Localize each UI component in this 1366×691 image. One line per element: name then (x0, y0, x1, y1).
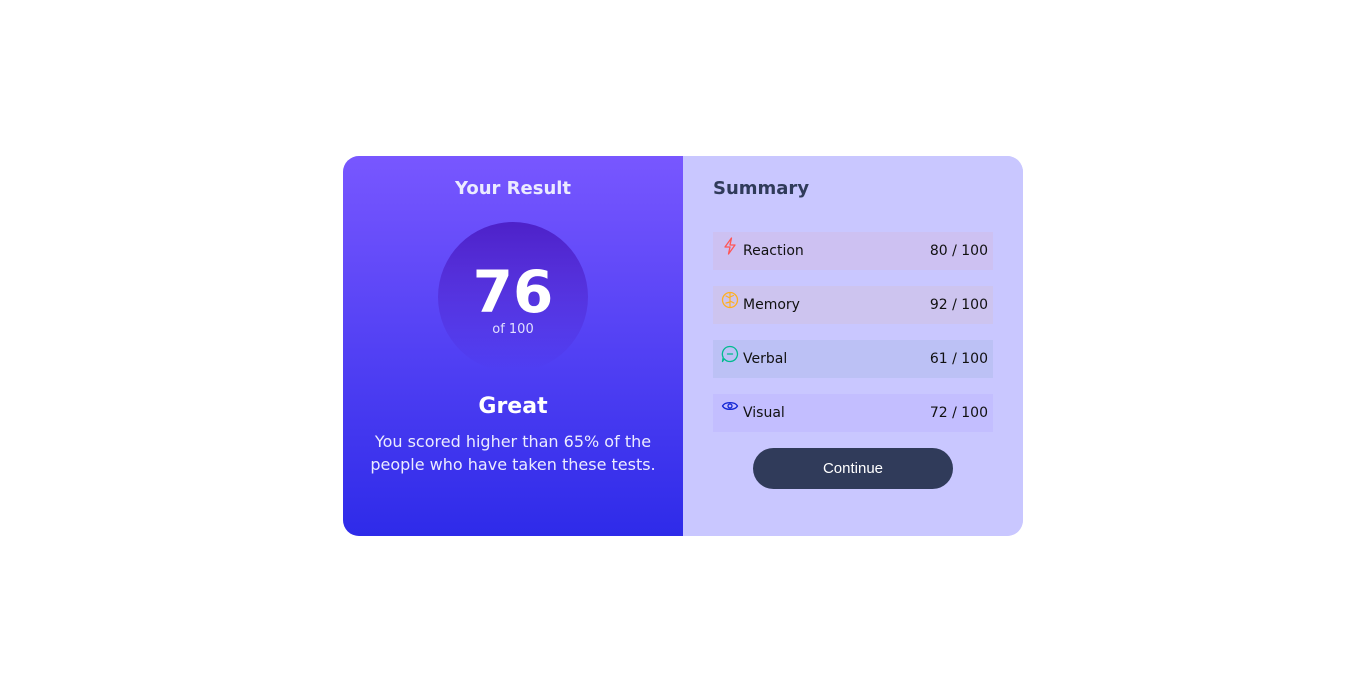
result-panel: Your Result 76 of 100 Great You scored h… (343, 156, 683, 536)
summary-item-score: 72 / 100 (929, 405, 988, 421)
summary-item-label: Memory (743, 297, 800, 313)
summary-panel: Summary Reaction 80 / 100 Memory 92 / 10… (683, 156, 1023, 536)
summary-item-label: Visual (743, 405, 785, 421)
summary-item-score: 61 / 100 (929, 351, 988, 367)
rating-label: Great (478, 394, 548, 419)
brain-icon (721, 291, 739, 311)
summary-item-memory: Memory 92 / 100 (713, 286, 993, 324)
score-value: 76 (472, 258, 554, 326)
continue-button[interactable]: Continue (753, 448, 953, 489)
lightning-icon (721, 237, 739, 257)
chat-bubble-icon (721, 345, 739, 365)
result-title: Your Result (454, 178, 572, 199)
rating-description: You scored higher than 65% of the people… (370, 432, 656, 474)
summary-list: Reaction 80 / 100 Memory 92 / 100 Verbal… (713, 232, 993, 432)
summary-item-visual: Visual 72 / 100 (713, 394, 993, 432)
summary-item-score: 92 / 100 (929, 297, 988, 313)
results-card: Your Result 76 of 100 Great You scored h… (343, 156, 1023, 536)
summary-item-score: 80 / 100 (929, 243, 988, 259)
summary-title: Summary (713, 178, 810, 199)
summary-item-label: Reaction (743, 243, 804, 259)
summary-item-label: Verbal (743, 351, 788, 367)
score-of-label: of 100 (492, 322, 534, 337)
eye-icon (721, 399, 739, 419)
score-circle: 76 of 100 (438, 222, 588, 372)
summary-item-verbal: Verbal 61 / 100 (713, 340, 993, 378)
summary-item-reaction: Reaction 80 / 100 (713, 232, 993, 270)
